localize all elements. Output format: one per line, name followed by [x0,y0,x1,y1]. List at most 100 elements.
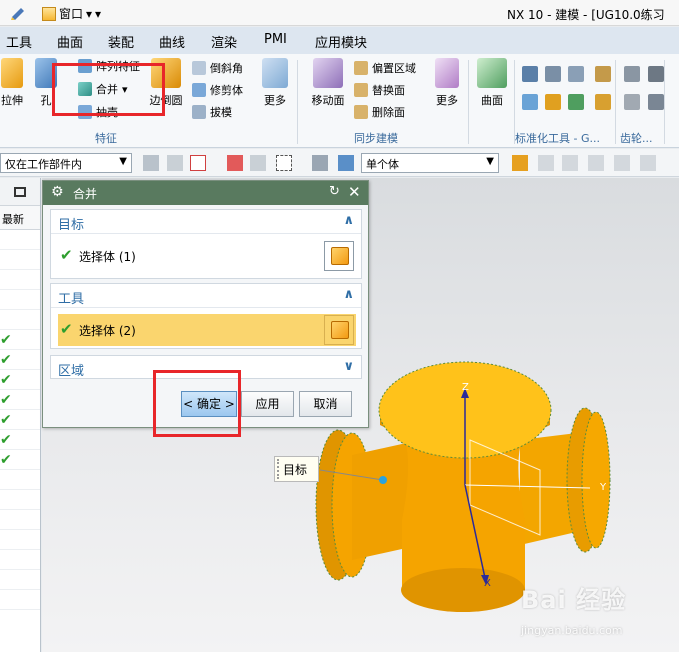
snap-point-icon[interactable] [562,155,578,171]
chevron-down-icon: ▼ [119,156,127,167]
navigator-row[interactable] [0,570,40,590]
snap-point-icon[interactable] [640,155,656,171]
sync-more-icon [435,58,459,88]
rectangle-select-icon[interactable] [276,155,292,171]
navigator-row[interactable] [0,310,40,330]
menu-application[interactable]: 应用模块 [315,32,367,51]
apply-button[interactable]: 应用 [241,391,294,417]
standard-tool-icon[interactable] [568,94,584,110]
standard-tool-icon[interactable] [522,66,538,82]
offset-region-button[interactable]: 偏置区域 [354,60,416,76]
target-section-label: 目标 [58,218,85,233]
navigator-row[interactable] [0,510,40,530]
surface-button[interactable]: 曲面 [474,58,510,108]
gear-tool-icon[interactable] [624,94,640,110]
surface-label: 曲面 [481,94,503,107]
highlight-ok-button [153,370,241,437]
pen-icon[interactable] [10,5,26,21]
tool-section-header[interactable]: 工具 ∧ [51,284,361,308]
reset-icon[interactable]: ↻ [329,184,340,199]
menu-assembly[interactable]: 装配 [108,32,134,51]
gear-tool-icon[interactable] [624,66,640,82]
extrude-label: 拉伸 [1,94,23,107]
trim-body-button[interactable]: 修剪体 [192,82,243,98]
gear-group-label: 齿轮... [620,132,653,145]
navigator-row[interactable] [0,230,40,250]
snap-point-icon[interactable] [588,155,604,171]
view-icon[interactable] [312,155,328,171]
select-body-button[interactable] [324,241,354,271]
extrude-button[interactable]: 拉伸 [0,58,24,108]
menu-curve[interactable]: 曲线 [159,32,185,51]
standard-tool-icon[interactable] [522,94,538,110]
navigator-row[interactable]: ✔ [0,330,40,350]
navigator-row[interactable] [0,490,40,510]
snap-icon[interactable] [167,155,183,171]
chamfer-button[interactable]: 倒斜角 [192,60,243,76]
close-icon[interactable]: ✕ [348,183,361,201]
snap-point-icon[interactable] [614,155,630,171]
quick-access-customize[interactable]: ▾ [95,7,101,21]
navigator-row[interactable]: ✔ [0,410,40,430]
expand-icon[interactable]: ∨ [343,359,354,374]
snap-point-icon[interactable] [512,155,528,171]
selection-scope-dropdown[interactable]: 仅在工作部件内 ▼ [0,153,132,173]
standard-tool-icon[interactable] [545,94,561,110]
check-icon: ✔ [0,392,12,408]
replace-face-button[interactable]: 替换面 [354,82,405,98]
dialog-title: 合并 [73,187,98,201]
body-type-dropdown[interactable]: 单个体 ▼ [361,153,499,173]
region-section-label: 区域 [58,364,85,379]
navigator-row[interactable] [0,270,40,290]
menu-tools[interactable]: 工具 [6,32,32,51]
move-face-button[interactable]: 移动面 [308,58,348,108]
navigator-row[interactable]: ✔ [0,370,40,390]
navigator-row[interactable] [0,550,40,570]
navigator-row[interactable]: ✔ [0,430,40,450]
cancel-button[interactable]: 取消 [299,391,352,417]
chevron-down-icon: ▼ [486,156,494,167]
navigator-row[interactable] [0,470,40,490]
navigator-row[interactable]: ✔ [0,350,40,370]
sync-group-label: 同步建模 [354,132,398,145]
navigator-row[interactable]: ✔ [0,390,40,410]
gear-tool-icon[interactable] [648,66,664,82]
delete-face-button[interactable]: 删除面 [354,104,405,120]
check-icon: ✔ [0,332,12,348]
sync-more-button[interactable]: 更多 [432,58,462,108]
standard-tool-icon[interactable] [545,66,561,82]
gear-icon[interactable]: ⚙ [51,184,64,200]
standard-tool-icon[interactable] [595,66,611,82]
highlight-unite-command [52,63,165,116]
pointer-icon[interactable] [250,155,266,171]
select-all-icon[interactable] [190,155,206,171]
standard-tool-icon[interactable] [595,94,611,110]
navigator-column-latest[interactable]: 最新 [0,206,40,230]
feature-more-button[interactable]: 更多 [258,58,292,108]
menu-pmi[interactable]: PMI [264,32,287,47]
navigator-row[interactable] [0,530,40,550]
maximize-icon[interactable] [14,187,26,197]
menu-render[interactable]: 渲染 [211,32,237,51]
gear-tool-icon[interactable] [648,94,664,110]
snap-point-icon[interactable] [538,155,554,171]
body-icon[interactable] [338,155,354,171]
navigator-row[interactable] [0,590,40,610]
dialog-title-bar[interactable]: ⚙ 合并 ↻ ✕ [43,181,368,205]
chamfer-icon [192,61,206,75]
standard-tool-icon[interactable] [568,66,584,82]
collapse-icon[interactable]: ∧ [343,287,354,302]
window-menu[interactable]: 窗口 ▾ ▾ [42,5,101,22]
draft-button[interactable]: 拔模 [192,104,232,120]
target-select-body[interactable]: ✔ 选择体 (1) [58,240,356,272]
collapse-icon[interactable]: ∧ [343,213,354,228]
navigator-row[interactable] [0,290,40,310]
filter-icon[interactable] [143,155,159,171]
menu-surface[interactable]: 曲面 [57,32,83,51]
deselect-icon[interactable] [227,155,243,171]
navigator-row[interactable] [0,250,40,270]
tool-select-body[interactable]: ✔ 选择体 (2) [58,314,356,346]
select-body-button[interactable] [324,315,354,345]
navigator-row[interactable]: ✔ [0,450,40,470]
target-section-header[interactable]: 目标 ∧ [51,210,361,234]
